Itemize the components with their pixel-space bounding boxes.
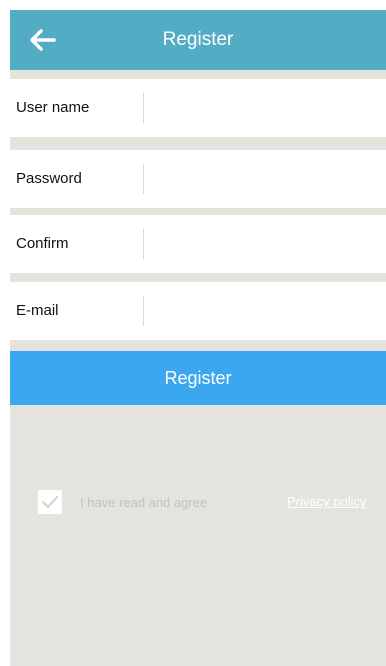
confirm-row: Confirm — [10, 215, 386, 273]
field-divider — [143, 164, 144, 194]
password-label: Password — [16, 170, 82, 187]
field-divider — [143, 93, 144, 123]
agree-checkbox[interactable] — [38, 490, 62, 514]
password-input[interactable] — [150, 158, 376, 200]
checkmark-icon — [42, 496, 58, 508]
privacy-policy-link[interactable]: Privacy policy — [287, 494, 366, 509]
username-label: User name — [16, 99, 90, 116]
agreement-row: I have read and agree — [38, 489, 207, 515]
email-row: E-mail — [10, 282, 386, 340]
password-row: Password — [10, 150, 386, 208]
username-row: User name — [10, 79, 386, 137]
username-input[interactable] — [150, 87, 376, 129]
field-divider — [143, 296, 144, 326]
email-label: E-mail — [16, 302, 59, 319]
confirm-label: Confirm — [16, 235, 69, 252]
email-input[interactable] — [150, 290, 376, 332]
register-button[interactable]: Register — [10, 351, 386, 405]
agreement-text: I have read and agree — [80, 494, 208, 510]
page-title: Register — [162, 29, 234, 50]
confirm-password-input[interactable] — [150, 223, 376, 265]
nav-bar: Register — [10, 10, 386, 70]
register-screen: Register User name Password Confirm E-ma… — [10, 10, 386, 666]
field-divider — [143, 229, 144, 259]
